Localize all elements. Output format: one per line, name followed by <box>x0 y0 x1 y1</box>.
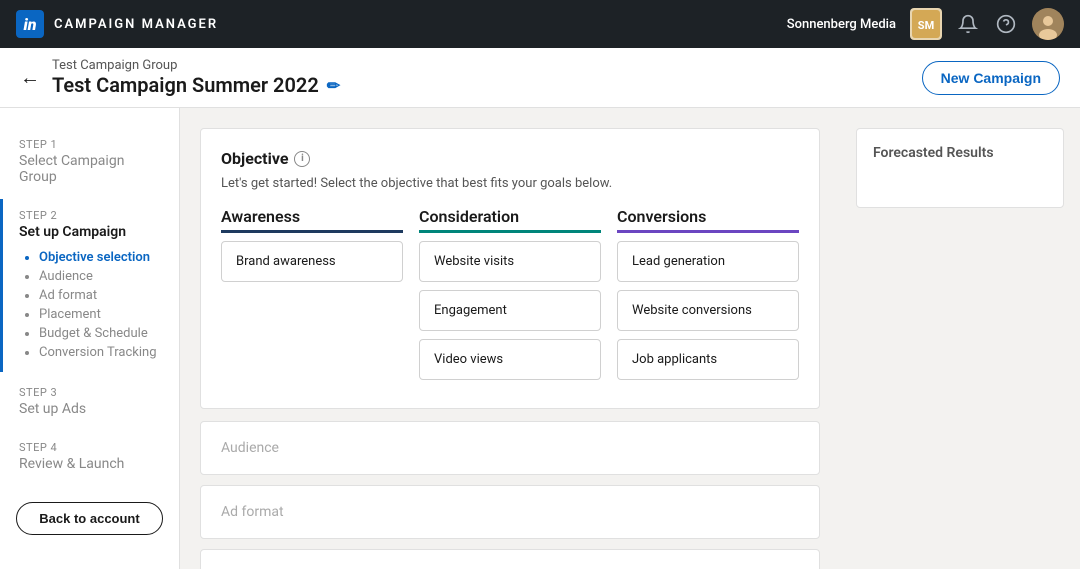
conversions-header: Conversions <box>617 207 799 233</box>
campaign-name: Test Campaign Summer 2022 ✏ <box>52 73 340 97</box>
objective-option-engagement[interactable]: Engagement <box>419 290 601 331</box>
sidebar: Step 1 Select Campaign Group Step 2 Set … <box>0 108 180 569</box>
back-arrow-icon[interactable]: ← <box>20 65 40 90</box>
step-item-objective[interactable]: Objective selection <box>39 248 163 267</box>
consideration-header: Consideration <box>419 207 601 233</box>
sidebar-step-1[interactable]: Step 1 Select Campaign Group <box>0 128 179 195</box>
objective-column-awareness: Awareness Brand awareness <box>221 207 403 388</box>
step-1-label: Step 1 <box>19 138 163 151</box>
campaign-group-name: Test Campaign Group <box>52 58 340 73</box>
right-panel: Forecasted Results <box>840 108 1080 569</box>
content-area: Objective i Let's get started! Select th… <box>180 108 840 569</box>
user-avatar[interactable] <box>1032 8 1064 40</box>
step-item-conversion-tracking[interactable]: Conversion Tracking <box>39 343 163 362</box>
campaign-header-left: ← Test Campaign Group Test Campaign Summ… <box>20 58 340 97</box>
forecasted-title: Forecasted Results <box>873 145 1047 161</box>
step-2-items: Objective selection Audience Ad format P… <box>19 248 163 362</box>
objectives-grid: Awareness Brand awareness Consideration … <box>221 207 799 388</box>
objective-option-brand-awareness[interactable]: Brand awareness <box>221 241 403 282</box>
step-4-label: Step 4 <box>19 441 163 454</box>
navbar-account-name: Sonnenberg Media <box>787 17 896 32</box>
navbar-title: CAMPAIGN MANAGER <box>54 17 218 32</box>
navbar-account-logo[interactable]: SM <box>910 8 942 40</box>
step-item-audience[interactable]: Audience <box>39 267 163 286</box>
step-3-label: Step 3 <box>19 386 163 399</box>
objective-column-consideration: Consideration Website visits Engagement … <box>419 207 601 388</box>
campaign-breadcrumb: Test Campaign Group Test Campaign Summer… <box>52 58 340 97</box>
step-item-ad-format[interactable]: Ad format <box>39 286 163 305</box>
sidebar-step-2[interactable]: Step 2 Set up Campaign Objective selecti… <box>0 199 179 372</box>
ad-format-section[interactable]: Ad format <box>200 485 820 539</box>
navbar-right: Sonnenberg Media SM <box>787 8 1064 40</box>
campaign-name-text: Test Campaign Summer 2022 <box>52 73 319 97</box>
navbar-left: in CAMPAIGN MANAGER <box>16 10 218 38</box>
objective-option-lead-generation[interactable]: Lead generation <box>617 241 799 282</box>
step-1-title: Select Campaign Group <box>19 153 163 185</box>
objective-option-job-applicants[interactable]: Job applicants <box>617 339 799 380</box>
back-to-account-button[interactable]: Back to account <box>16 502 163 535</box>
step-2-label: Step 2 <box>19 209 163 222</box>
forecasted-card: Forecasted Results <box>856 128 1064 208</box>
svg-text:SM: SM <box>918 19 934 32</box>
sidebar-step-4[interactable]: Step 4 Review & Launch <box>0 431 179 482</box>
objective-title: Objective i <box>221 149 799 168</box>
main-layout: Step 1 Select Campaign Group Step 2 Set … <box>0 108 1080 569</box>
step-3-title: Set up Ads <box>19 401 163 417</box>
objective-title-text: Objective <box>221 149 288 168</box>
objective-info-icon[interactable]: i <box>294 151 310 167</box>
awareness-header: Awareness <box>221 207 403 233</box>
linkedin-logo: in <box>16 10 44 38</box>
notifications-icon[interactable] <box>956 12 980 36</box>
placement-section[interactable]: Placement <box>200 549 820 569</box>
sidebar-footer: Back to account <box>0 486 179 551</box>
navbar: in CAMPAIGN MANAGER Sonnenberg Media SM <box>0 0 1080 48</box>
help-icon[interactable] <box>994 12 1018 36</box>
linkedin-in: in <box>23 15 36 34</box>
step-2-title: Set up Campaign <box>19 224 163 240</box>
objective-option-video-views[interactable]: Video views <box>419 339 601 380</box>
campaign-header: ← Test Campaign Group Test Campaign Summ… <box>0 48 1080 108</box>
sidebar-step-3[interactable]: Step 3 Set up Ads <box>0 376 179 427</box>
step-item-budget-schedule[interactable]: Budget & Schedule <box>39 324 163 343</box>
objective-card: Objective i Let's get started! Select th… <box>200 128 820 409</box>
audience-section[interactable]: Audience <box>200 421 820 475</box>
sidebar-steps: Step 1 Select Campaign Group Step 2 Set … <box>0 128 179 486</box>
step-4-title: Review & Launch <box>19 456 163 472</box>
edit-campaign-icon[interactable]: ✏ <box>327 76 340 95</box>
objective-option-website-conversions[interactable]: Website conversions <box>617 290 799 331</box>
step-item-placement[interactable]: Placement <box>39 305 163 324</box>
objective-column-conversions: Conversions Lead generation Website conv… <box>617 207 799 388</box>
new-campaign-button[interactable]: New Campaign <box>922 61 1060 95</box>
objective-option-website-visits[interactable]: Website visits <box>419 241 601 282</box>
objective-subtitle: Let's get started! Select the objective … <box>221 176 799 191</box>
